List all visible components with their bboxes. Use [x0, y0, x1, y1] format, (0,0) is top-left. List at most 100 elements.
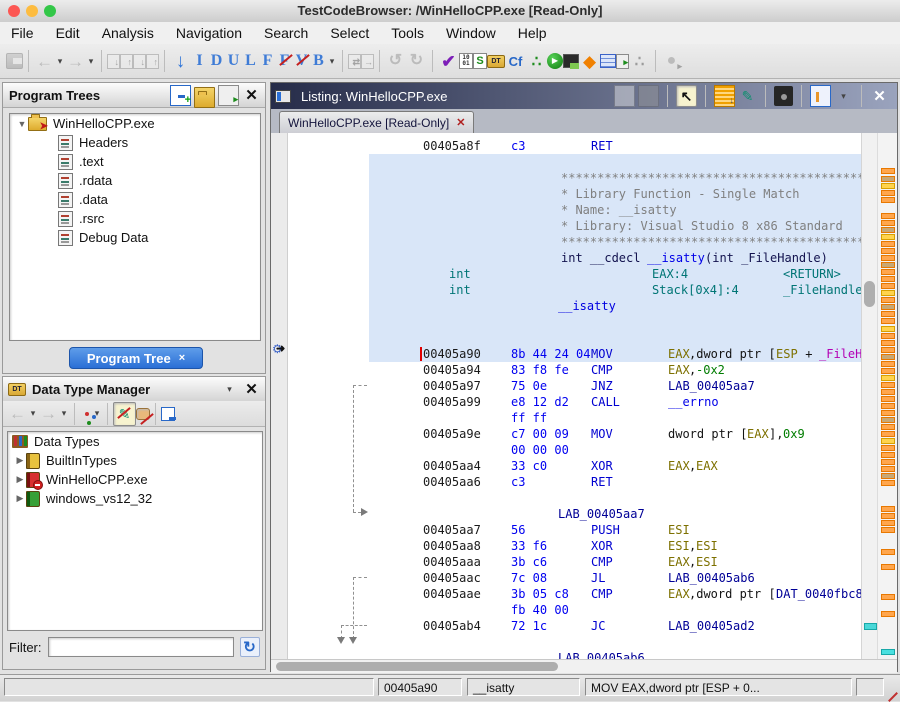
listing-row[interactable]: ****************************************…: [369, 234, 861, 250]
filter-edit-off-icon[interactable]: ✎: [113, 402, 136, 426]
overview-marker[interactable]: [881, 168, 895, 174]
forward-options-caret[interactable]: ▾: [86, 50, 96, 72]
overview-marker[interactable]: [881, 340, 895, 346]
window-nav-icon[interactable]: ▸: [616, 54, 629, 69]
overview-marker[interactable]: [881, 190, 895, 196]
letter-f-slashed-icon[interactable]: F: [276, 50, 293, 72]
letter-b-caret[interactable]: ▾: [327, 50, 337, 72]
validate-icon[interactable]: ✔: [438, 50, 459, 72]
overview-marker[interactable]: [881, 594, 895, 600]
listing-row[interactable]: 00405ab472 1cJCLAB_00405ad2: [369, 618, 861, 634]
call-tree-icon[interactable]: ∴: [526, 50, 547, 72]
menu-select[interactable]: Select: [319, 25, 380, 41]
toggle-fields-icon[interactable]: ↓: [714, 85, 735, 107]
bookmarks-table-icon[interactable]: [600, 54, 616, 68]
tree-item-data-types[interactable]: Data Types: [8, 432, 262, 451]
overview-marker[interactable]: [881, 549, 895, 555]
function-graph-icon[interactable]: ◆: [579, 50, 600, 72]
byte-viewer-icon[interactable]: 10 01: [459, 53, 473, 69]
data-type-manager-icon[interactable]: DT: [487, 55, 505, 68]
overview-marker[interactable]: [881, 318, 895, 324]
menu-search[interactable]: Search: [253, 25, 319, 41]
menu-navigation[interactable]: Navigation: [165, 25, 253, 41]
horizontal-scrollbar[interactable]: [271, 659, 897, 673]
back-icon[interactable]: ←: [34, 50, 55, 72]
listing-row[interactable]: 00405aa433 c0XOREAX,EAX: [369, 458, 861, 474]
program-tree-tab-close[interactable]: ×: [179, 352, 185, 364]
overview-marker[interactable]: [881, 382, 895, 388]
listing-row[interactable]: 00405a908b 44 24 04MOVEAX,dword ptr [ESP…: [369, 346, 861, 362]
symbol-tree-icon[interactable]: ∴: [629, 50, 650, 72]
listing-titlebar[interactable]: Listing: WinHelloCPP.exe ↖↓✎▾✕: [271, 83, 897, 109]
overview-marker[interactable]: [881, 520, 895, 526]
tree-item-windowsvs1232[interactable]: ▶windows_vs12_32: [8, 489, 262, 508]
menu-tools[interactable]: Tools: [380, 25, 435, 41]
save-icon[interactable]: [6, 53, 23, 69]
overview-marker[interactable]: [881, 234, 895, 240]
overview-marker[interactable]: [881, 248, 895, 254]
overview-marker[interactable]: [881, 389, 895, 395]
expander-icon[interactable]: ▼: [16, 119, 28, 129]
new-tree-icon[interactable]: +: [170, 85, 191, 106]
close-icon[interactable]: ✕: [242, 380, 261, 399]
overview-marker[interactable]: [881, 213, 895, 219]
forward-caret[interactable]: ▾: [59, 403, 69, 425]
overview-marker[interactable]: [881, 297, 895, 303]
redo-icon[interactable]: ↻: [406, 50, 427, 72]
resize-grip[interactable]: [889, 690, 899, 700]
listing-row[interactable]: 00405aa756PUSHESI: [369, 522, 861, 538]
overview-marker[interactable]: [881, 396, 895, 402]
listing-row[interactable]: 00405a8fc3RET: [369, 138, 861, 154]
overview-marker[interactable]: [881, 290, 895, 296]
undo-icon[interactable]: ↺: [385, 50, 406, 72]
listing-row[interactable]: 00405a99e8 12 d2CALL__errno: [369, 394, 861, 410]
tree-item-builtintypes[interactable]: ▶BuiltInTypes: [8, 451, 262, 470]
menu-edit[interactable]: Edit: [45, 25, 91, 41]
listing-row[interactable]: fb 40 00: [369, 602, 861, 618]
listing-row[interactable]: LAB_00405ab6: [369, 650, 861, 659]
display-options-icon[interactable]: [810, 85, 831, 107]
paste-icon[interactable]: ↑: [146, 54, 159, 69]
tree-item-headers[interactable]: Headers: [10, 133, 260, 152]
letter-u-icon[interactable]: U: [225, 50, 242, 72]
letter-b-icon[interactable]: B: [310, 50, 327, 72]
associations-caret[interactable]: ▾: [92, 403, 102, 425]
program-trees-header[interactable]: Program Trees +▸✕: [3, 83, 265, 108]
overview-marker[interactable]: [881, 473, 895, 479]
run-script-icon[interactable]: ▶: [547, 53, 563, 69]
listing-tab[interactable]: WinHelloCPP.exe [Read-Only] ✕: [279, 111, 474, 133]
data-type-manager-header[interactable]: DT Data Type Manager ▾✕: [3, 377, 265, 402]
overview-marker[interactable]: [881, 375, 895, 381]
expander-icon[interactable]: ▶: [14, 455, 26, 466]
menu-file[interactable]: File: [0, 25, 45, 41]
listing-row[interactable]: 00 00 00: [369, 442, 861, 458]
listing-row[interactable]: __isatty: [369, 298, 861, 314]
listing-row[interactable]: 00405a9775 0eJNZLAB_00405aa7: [369, 378, 861, 394]
tree-item-rdata[interactable]: .rdata: [10, 171, 260, 190]
overview-marker[interactable]: [881, 333, 895, 339]
menu-help[interactable]: Help: [507, 25, 558, 41]
filter-pointer-off-icon[interactable]: [136, 408, 150, 420]
close-icon[interactable]: ✕: [870, 86, 889, 106]
letter-l-icon[interactable]: L: [242, 50, 259, 72]
disassemble-down-icon[interactable]: ↓: [170, 50, 191, 72]
listing-row[interactable]: 00405aae3b 05 c8CMPEAX,dword ptr [DAT_00…: [369, 586, 861, 602]
listing-row[interactable]: * Name: __isatty: [369, 202, 861, 218]
overview-marker[interactable]: [881, 368, 895, 374]
overview-marker[interactable]: [881, 176, 895, 182]
paste-special-icon[interactable]: ↑: [120, 54, 133, 69]
listing-row[interactable]: 00405aa833 f6XORESI,ESI: [369, 538, 861, 554]
overview-marker[interactable]: [881, 262, 895, 268]
letter-i-icon[interactable]: I: [191, 50, 208, 72]
overview-marker-margin[interactable]: [877, 133, 897, 659]
letter-d-icon[interactable]: D: [208, 50, 225, 72]
overview-marker[interactable]: [881, 445, 895, 451]
overview-marker[interactable]: [881, 361, 895, 367]
listing-tab-close-icon[interactable]: ✕: [456, 116, 465, 129]
overview-marker[interactable]: [881, 403, 895, 409]
overview-marker[interactable]: [881, 410, 895, 416]
overview-marker[interactable]: [881, 649, 895, 655]
preview-window-icon[interactable]: [161, 407, 175, 421]
listing-row[interactable]: ff ff: [369, 410, 861, 426]
overview-marker[interactable]: [881, 276, 895, 282]
